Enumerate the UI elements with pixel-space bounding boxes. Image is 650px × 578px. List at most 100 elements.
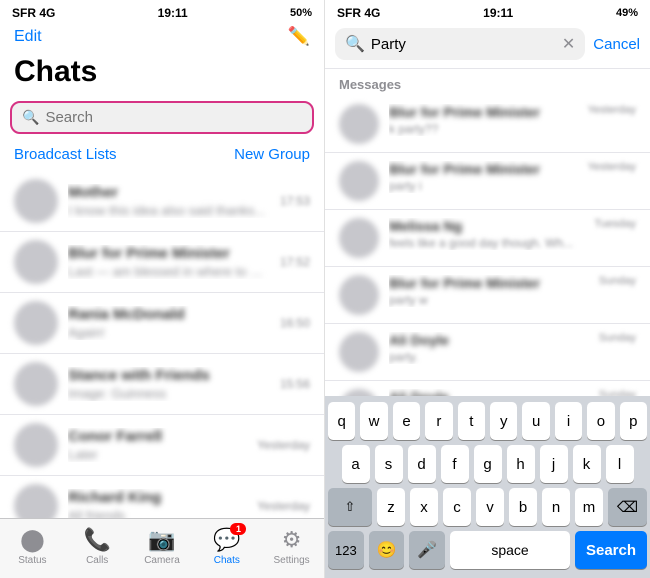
msg-info: Blur for Prime Minister party i bbox=[389, 161, 577, 193]
compose-icon[interactable]: ✏️ bbox=[288, 26, 310, 47]
key-n[interactable]: n bbox=[542, 488, 570, 526]
chat-info: Conor Farrell Later bbox=[68, 428, 247, 462]
msg-time: Tuesday bbox=[594, 218, 636, 230]
key-d[interactable]: d bbox=[408, 445, 436, 483]
key-search[interactable]: Search bbox=[575, 531, 647, 569]
key-delete[interactable]: ⌫ bbox=[608, 488, 647, 526]
right-panel: SFR 4G 19:11 49% 🔍 ✕ Cancel Messages Blu… bbox=[325, 0, 650, 578]
list-item[interactable]: Ali Doyle party Sunday bbox=[325, 381, 650, 396]
key-v[interactable]: v bbox=[476, 488, 504, 526]
list-item[interactable]: Blur for Prime Minister k party?? Yester… bbox=[325, 96, 650, 153]
keyboard: q w e r t y u i o p a s d f g h j k l ⇧ … bbox=[325, 396, 650, 578]
key-y[interactable]: y bbox=[490, 402, 517, 440]
status-icon: ⬤ bbox=[20, 527, 45, 553]
key-shift[interactable]: ⇧ bbox=[328, 488, 372, 526]
tab-settings[interactable]: ⚙ Settings bbox=[267, 527, 317, 566]
search-bar[interactable]: 🔍 bbox=[10, 101, 314, 134]
table-row[interactable]: Blur for Prime Minister Last — am blesse… bbox=[0, 232, 324, 293]
msg-time: Yesterday bbox=[587, 161, 636, 173]
key-u[interactable]: u bbox=[522, 402, 549, 440]
chats-title: Chats bbox=[0, 53, 324, 97]
chat-time: 15:56 bbox=[280, 377, 310, 391]
key-g[interactable]: g bbox=[474, 445, 502, 483]
key-c[interactable]: c bbox=[443, 488, 471, 526]
list-item[interactable]: Blur for Prime Minister party w Sunday bbox=[325, 267, 650, 324]
key-o[interactable]: o bbox=[587, 402, 614, 440]
cancel-button[interactable]: Cancel bbox=[593, 36, 640, 53]
right-time: 19:11 bbox=[483, 6, 513, 20]
right-search-input-wrap[interactable]: 🔍 ✕ bbox=[335, 28, 585, 60]
table-row[interactable]: Stance with Friends Image: Guinness 15:5… bbox=[0, 354, 324, 415]
key-r[interactable]: r bbox=[425, 402, 452, 440]
tab-camera[interactable]: 📷 Camera bbox=[137, 527, 187, 566]
key-i[interactable]: i bbox=[555, 402, 582, 440]
chat-name: Mother bbox=[68, 184, 270, 201]
list-item[interactable]: Melissa Ng feels like a good day though.… bbox=[325, 210, 650, 267]
avatar bbox=[339, 161, 379, 201]
right-search-input[interactable] bbox=[371, 36, 556, 53]
key-f[interactable]: f bbox=[441, 445, 469, 483]
list-item[interactable]: Ali Doyle party. Sunday bbox=[325, 324, 650, 381]
edit-button[interactable]: Edit bbox=[14, 28, 42, 46]
table-row[interactable]: Mother I know this idea also said thanks… bbox=[0, 171, 324, 232]
key-w[interactable]: w bbox=[360, 402, 387, 440]
key-b[interactable]: b bbox=[509, 488, 537, 526]
table-row[interactable]: Conor Farrell Later Yesterday bbox=[0, 415, 324, 476]
chat-name: Conor Farrell bbox=[68, 428, 247, 445]
avatar bbox=[14, 423, 58, 467]
table-row[interactable]: Rania McDonald Again! 16:50 bbox=[0, 293, 324, 354]
tab-chats-label: Chats bbox=[214, 555, 240, 566]
right-battery: 49% bbox=[616, 7, 638, 19]
key-q[interactable]: q bbox=[328, 402, 355, 440]
key-h[interactable]: h bbox=[507, 445, 535, 483]
chat-time: Yesterday bbox=[257, 438, 310, 452]
msg-name: Melissa Ng bbox=[389, 218, 584, 234]
chat-preview: Last — am blessed in where to go... bbox=[68, 264, 270, 279]
key-z[interactable]: z bbox=[377, 488, 405, 526]
key-m[interactable]: m bbox=[575, 488, 603, 526]
broadcast-lists-link[interactable]: Broadcast Lists bbox=[14, 146, 117, 163]
key-k[interactable]: k bbox=[573, 445, 601, 483]
key-numbers[interactable]: 123 bbox=[328, 531, 364, 569]
chat-name: Stance with Friends bbox=[68, 367, 270, 384]
table-row[interactable]: Richard King All friends Yesterday bbox=[0, 476, 324, 518]
new-group-link[interactable]: New Group bbox=[234, 146, 310, 163]
msg-preview: party w bbox=[389, 293, 589, 307]
avatar bbox=[339, 218, 379, 258]
key-p[interactable]: p bbox=[620, 402, 647, 440]
chat-info: Stance with Friends Image: Guinness bbox=[68, 367, 270, 401]
tab-status[interactable]: ⬤ Status bbox=[7, 527, 57, 566]
keyboard-row-4: 123 😊 🎤 space Search bbox=[328, 531, 647, 569]
chat-preview: I know this idea also said thanks... bbox=[68, 203, 270, 218]
msg-info: Melissa Ng feels like a good day though.… bbox=[389, 218, 584, 250]
clear-search-icon[interactable]: ✕ bbox=[562, 34, 575, 54]
msg-name: Ali Doyle bbox=[389, 389, 589, 396]
key-s[interactable]: s bbox=[375, 445, 403, 483]
chat-name: Rania McDonald bbox=[68, 306, 270, 323]
tab-calls[interactable]: 📞 Calls bbox=[72, 527, 122, 566]
left-battery: 50% bbox=[290, 7, 312, 19]
chat-time: 17:52 bbox=[280, 255, 310, 269]
msg-preview: k party?? bbox=[389, 122, 577, 136]
key-a[interactable]: a bbox=[342, 445, 370, 483]
key-mic[interactable]: 🎤 bbox=[409, 531, 445, 569]
keyboard-row-1: q w e r t y u i o p bbox=[328, 402, 647, 440]
key-x[interactable]: x bbox=[410, 488, 438, 526]
key-space[interactable]: space bbox=[450, 531, 570, 569]
tab-chats[interactable]: 💬 1 Chats bbox=[202, 527, 252, 566]
right-carrier: SFR 4G bbox=[337, 6, 380, 20]
camera-icon: 📷 bbox=[148, 527, 175, 553]
settings-icon: ⚙ bbox=[282, 527, 302, 553]
key-t[interactable]: t bbox=[458, 402, 485, 440]
msg-name: Blur for Prime Minister bbox=[389, 161, 577, 177]
chat-info: Mother I know this idea also said thanks… bbox=[68, 184, 270, 218]
keyboard-row-3: ⇧ z x c v b n m ⌫ bbox=[328, 488, 647, 526]
avatar bbox=[339, 104, 379, 144]
search-input[interactable] bbox=[45, 109, 302, 126]
key-emoji[interactable]: 😊 bbox=[369, 531, 405, 569]
key-e[interactable]: e bbox=[393, 402, 420, 440]
key-j[interactable]: j bbox=[540, 445, 568, 483]
list-item[interactable]: Blur for Prime Minister party i Yesterda… bbox=[325, 153, 650, 210]
key-l[interactable]: l bbox=[606, 445, 634, 483]
msg-preview: party. bbox=[389, 350, 589, 364]
